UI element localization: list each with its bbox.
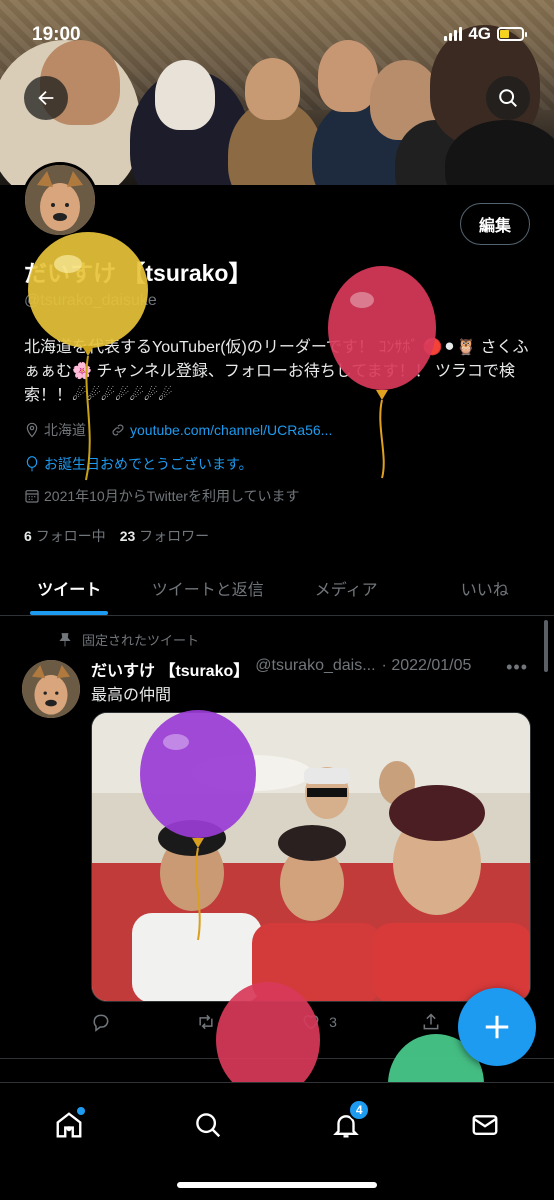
following-link[interactable]: 6 フォロー中 [24,526,106,546]
nav-home[interactable] [47,1103,91,1147]
profile-location: 北海道 [44,422,86,438]
scrollbar[interactable] [544,620,548,672]
home-indicator [177,1182,377,1188]
tweet-text: 最高の仲間 [91,687,172,704]
battery-icon [497,27,527,41]
compose-tweet-button[interactable] [458,988,536,1066]
network-label: 4G [468,24,491,43]
follow-stats: 6 フォロー中 23 フォロワー [24,526,209,546]
share-button[interactable] [421,1012,441,1032]
joined-date: 2021年10月からTwitterを利用しています [44,488,300,504]
tweet-more-icon[interactable]: ••• [506,657,528,678]
pin-icon [59,632,71,646]
profile-avatar[interactable] [22,162,98,238]
like-button[interactable]: 3 [301,1012,337,1032]
profile-bio: 北海道を代表するYouTuber(仮)のリーダーです！ ｺﾝｻﾎﾞ 🔴⚫🦉 さく… [24,339,529,404]
tab-tweets-replies[interactable]: ツイートと返信 [139,560,278,615]
retweet-button[interactable] [195,1012,217,1032]
nav-search[interactable] [186,1103,230,1147]
bottom-navigation: 4 [0,1082,554,1200]
tab-media[interactable]: メディア [277,560,416,615]
pinned-indicator: 固定されたツイート [58,630,199,649]
profile-name: だいすけ 【tsurako】 [24,260,252,286]
tweet-actions: 3 [91,1012,441,1032]
back-arrow-icon [38,90,54,106]
followers-link[interactable]: 23 フォロワー [120,526,209,546]
reply-button[interactable] [91,1012,111,1032]
status-bar: 19:00 4G [0,0,554,70]
tab-likes[interactable]: いいね [416,560,554,615]
status-time: 19:00 [32,24,81,45]
profile-website-link[interactable]: youtube.com/channel/UCRa56... [130,422,332,438]
mail-icon [472,1115,498,1135]
share-icon [423,1013,439,1030]
back-button[interactable] [24,76,68,120]
plus-icon [485,1015,509,1039]
nav-messages[interactable] [463,1103,507,1147]
location-icon [26,422,38,438]
profile-tabs: ツイート ツイートと返信 メディア いいね [0,560,554,616]
tweet-header: だいすけ 【tsurako】 @tsurako_dais... · 2022/0… [91,657,531,681]
tweet-photo[interactable] [91,712,531,1002]
retweet-icon [199,1014,213,1030]
search-icon [499,89,517,107]
search-button[interactable] [486,76,530,120]
edit-profile-button[interactable]: 編集 [459,203,530,245]
tweet-author-handle[interactable]: @tsurako_dais... [255,657,375,681]
reply-icon [93,1014,109,1032]
joined-row: 2021年10月からTwitterを利用しています [24,486,300,506]
profile-handle: @tsurako_daisuke [24,292,157,309]
tweet-avatar[interactable] [22,660,80,718]
birthday-message: お誕生日おめでとうございます。 [44,456,253,472]
nav-notifications[interactable]: 4 [324,1099,371,1147]
link-icon [112,424,124,436]
tab-tweets[interactable]: ツイート [0,560,139,615]
tweet-date[interactable]: · 2022/01/05 [382,657,472,681]
tweet-author-name[interactable]: だいすけ 【tsurako】 [91,657,249,681]
heart-icon [303,1015,319,1030]
signal-icon [444,27,463,41]
profile-meta-row: 北海道 youtube.com/channel/UCRa56... [24,420,332,440]
pinned-label: 固定されたツイート [82,633,200,648]
notification-badge: 4 [348,1099,371,1121]
profile-banner: 19:00 4G [0,0,554,185]
search-icon [195,1113,220,1138]
balloon-icon [26,456,38,472]
birthday-row: お誕生日おめでとうございます。 [24,454,253,474]
tweet-divider [0,1058,554,1059]
like-count: 3 [329,1014,337,1030]
calendar-icon [25,490,39,503]
